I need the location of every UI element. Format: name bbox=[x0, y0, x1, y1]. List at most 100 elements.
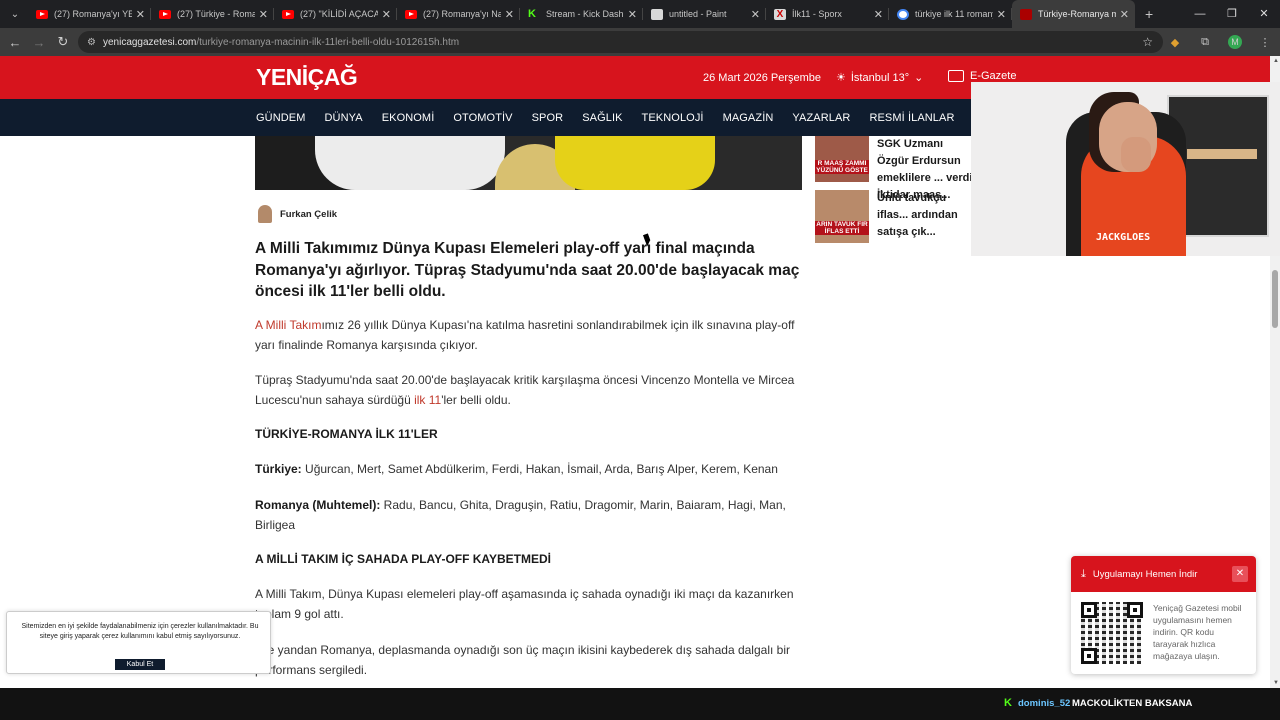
browser-tab[interactable]: untitled - Paint ✕ bbox=[643, 0, 766, 28]
close-window-icon[interactable]: ✕ bbox=[1248, 0, 1280, 28]
close-icon[interactable]: ✕ bbox=[874, 8, 883, 21]
browser-tab-active[interactable]: Türkiye-Romanya m ✕ bbox=[1012, 0, 1135, 28]
tab-title: untitled - Paint bbox=[669, 9, 727, 19]
browser-tab[interactable]: (27) "KİLİDİ AÇACAK ✕ bbox=[274, 0, 397, 28]
extensions-puzzle-icon[interactable]: ⧉ bbox=[1190, 36, 1220, 49]
browser-tab[interactable]: (27) Türkiye - Romany ✕ bbox=[151, 0, 274, 28]
url-host: yenicaggazetesi.com bbox=[102, 36, 197, 48]
browser-tab[interactable]: (27) Romanya'yı Nası ✕ bbox=[397, 0, 520, 28]
nav-item-gundem[interactable]: GÜNDEM bbox=[256, 112, 306, 124]
close-icon[interactable]: ✕ bbox=[751, 8, 760, 21]
site-logo[interactable]: YENİÇAĞ bbox=[256, 64, 358, 91]
lineup-players: Uğurcan, Mert, Samet Abdülkerim, Ferdi, … bbox=[301, 462, 778, 476]
nav-item-magazin[interactable]: MAGAZİN bbox=[723, 112, 774, 124]
close-icon[interactable]: ✕ bbox=[136, 8, 145, 21]
address-bar[interactable]: ⚙ yenicaggazetesi.com/turkiye-romanya-ma… bbox=[78, 31, 1163, 53]
profile-avatar[interactable]: M bbox=[1220, 35, 1250, 49]
site-info-icon[interactable]: ⚙ bbox=[87, 37, 96, 48]
inline-link[interactable]: ilk 11 bbox=[414, 393, 441, 407]
back-icon[interactable]: ← bbox=[3, 35, 27, 50]
close-icon[interactable]: ✕ bbox=[1120, 8, 1129, 21]
close-icon[interactable]: ✕ bbox=[505, 8, 514, 21]
nav-item-saglik[interactable]: SAĞLIK bbox=[582, 112, 622, 124]
nav-item-dunya[interactable]: DÜNYA bbox=[325, 112, 363, 124]
tab-title: İlk11 - Sporx bbox=[792, 9, 842, 19]
close-icon[interactable]: ✕ bbox=[382, 8, 391, 21]
minimize-icon[interactable]: — bbox=[1184, 0, 1216, 28]
header-weather[interactable]: ☀ İstanbul 13° ⌄ bbox=[836, 71, 924, 85]
youtube-icon bbox=[282, 9, 294, 19]
chevron-down-icon: ⌄ bbox=[914, 72, 924, 84]
nav-item-spor[interactable]: SPOR bbox=[532, 112, 564, 124]
lineup-label: Türkiye: bbox=[255, 462, 302, 476]
extension-icon[interactable]: ◆ bbox=[1160, 36, 1190, 49]
newspaper-icon bbox=[948, 70, 964, 82]
sun-icon: ☀ bbox=[836, 72, 846, 84]
new-tab-icon[interactable]: + bbox=[1145, 6, 1153, 22]
close-icon[interactable]: ✕ bbox=[997, 8, 1006, 21]
app-popup-text: Yeniçağ Gazetesi mobil uygulamasını heme… bbox=[1153, 603, 1242, 661]
article-lead: A Milli Takımımız Dünya Kupası Elemeleri… bbox=[255, 240, 800, 300]
window-controls: — ❐ ✕ bbox=[1184, 0, 1280, 28]
cookie-text: Sitemizden en iyi şekilde faydalanabilme… bbox=[21, 623, 259, 640]
forward-icon[interactable]: → bbox=[27, 35, 51, 50]
close-icon[interactable]: ✕ bbox=[628, 8, 637, 21]
news-thumbnail: R MAAŞ ZAMMI YÜZÜNÜ GÖSTE bbox=[815, 136, 869, 182]
tab-title: (27) Romanya'yı YENİ bbox=[54, 9, 132, 19]
article-subheading: TÜRKİYE-ROMANYA İLK 11'LER bbox=[255, 427, 438, 441]
bookmark-star-icon[interactable]: ☆ bbox=[1142, 35, 1153, 49]
nav-item-resmi-ilanlar[interactable]: RESMİ İLANLAR bbox=[869, 112, 954, 124]
nav-item-otomotiv[interactable]: OTOMOTİV bbox=[453, 112, 512, 124]
browser-tab[interactable]: X İlk11 - Sporx ✕ bbox=[766, 0, 889, 28]
author-name: Furkan Çelik bbox=[280, 208, 338, 220]
paint-icon bbox=[651, 8, 663, 20]
thumbnail-caption: ARIN TAVUK FIR İFLAS ETTİ bbox=[815, 221, 869, 235]
youtube-icon bbox=[159, 9, 171, 19]
close-icon[interactable]: ✕ bbox=[1232, 566, 1248, 582]
article-paragraph: Tüpraş Stadyumu'nda saat 20.00'de başlay… bbox=[255, 371, 800, 410]
restore-icon[interactable]: ❐ bbox=[1216, 0, 1248, 28]
inline-link[interactable]: A Milli Takım bbox=[255, 318, 321, 332]
tab-search-button[interactable]: ⌄ bbox=[4, 4, 26, 24]
egazete-label: E-Gazete bbox=[970, 70, 1017, 82]
menu-kebab-icon[interactable]: ⋮ bbox=[1250, 36, 1280, 49]
youtube-icon bbox=[36, 9, 48, 19]
url-path: /turkiye-romanya-macinin-ilk-11leri-bell… bbox=[196, 36, 460, 48]
tab-title: türkiye ilk 11 romany bbox=[915, 9, 993, 19]
thumbnail-caption: R MAAŞ ZAMMI YÜZÜNÜ GÖSTE bbox=[815, 160, 869, 174]
news-thumbnail: ARIN TAVUK FIR İFLAS ETTİ bbox=[815, 190, 869, 243]
article-paragraph: A Milli Takımımız 26 yıllık Dünya Kupası… bbox=[255, 316, 800, 355]
browser-tab-bar: ⌄ (27) Romanya'yı YENİ ✕ (27) Türkiye - R… bbox=[0, 0, 1280, 28]
address-toolbar: ← → ↻ ⚙ yenicaggazetesi.com/turkiye-roma… bbox=[0, 28, 1280, 56]
browser-tab[interactable]: K Stream - Kick Dashbo ✕ bbox=[520, 0, 643, 28]
webcam-overlay: JACKGLOES bbox=[971, 82, 1280, 256]
browser-tab[interactable]: (27) Romanya'yı YENİ ✕ bbox=[28, 0, 151, 28]
weather-text: İstanbul 13° bbox=[850, 71, 910, 84]
nav-item-teknoloji[interactable]: TEKNOLOJİ bbox=[642, 112, 704, 124]
nav-item-ekonomi[interactable]: EKONOMİ bbox=[382, 112, 435, 124]
browser-tab[interactable]: türkiye ilk 11 romany ✕ bbox=[889, 0, 1012, 28]
article-hero-image bbox=[255, 136, 802, 190]
close-icon[interactable]: ✕ bbox=[259, 8, 268, 21]
nav-item-yazarlar[interactable]: YAZARLAR bbox=[792, 112, 850, 124]
author-avatar bbox=[258, 205, 272, 223]
yenicag-icon bbox=[1020, 8, 1032, 20]
sidebar-news-item[interactable]: ARIN TAVUK FIR İFLAS ETTİ Ünlü tavukçu i… bbox=[815, 190, 977, 243]
author-byline[interactable]: Furkan Çelik bbox=[258, 205, 337, 223]
scroll-up-icon[interactable]: ▲ bbox=[1273, 58, 1279, 64]
tab-title: (27) "KİLİDİ AÇACAK bbox=[300, 9, 378, 19]
sporx-icon: X bbox=[774, 8, 786, 20]
cookie-banner: Sitemizden en iyi şekilde faydalanabilme… bbox=[6, 611, 271, 674]
scroll-down-icon[interactable]: ▼ bbox=[1273, 680, 1279, 686]
article-subheading: A MİLLİ TAKIM İÇ SAHADA PLAY-OFF KAYBETM… bbox=[255, 552, 552, 566]
kick-icon: K bbox=[1004, 697, 1012, 709]
egazete-link[interactable]: E-Gazete bbox=[948, 70, 1016, 82]
cookie-accept-button[interactable]: Kabul Et bbox=[115, 659, 165, 670]
lineup-label: Romanya (Muhtemel): bbox=[255, 498, 381, 512]
scroll-thumb[interactable] bbox=[1272, 270, 1278, 328]
tab-title: (27) Romanya'yı Nası bbox=[423, 9, 501, 19]
tab-title: (27) Türkiye - Romany bbox=[177, 9, 255, 19]
download-icon: ⤓ bbox=[1081, 567, 1086, 580]
reload-icon[interactable]: ↻ bbox=[51, 34, 75, 50]
google-icon bbox=[897, 8, 909, 20]
